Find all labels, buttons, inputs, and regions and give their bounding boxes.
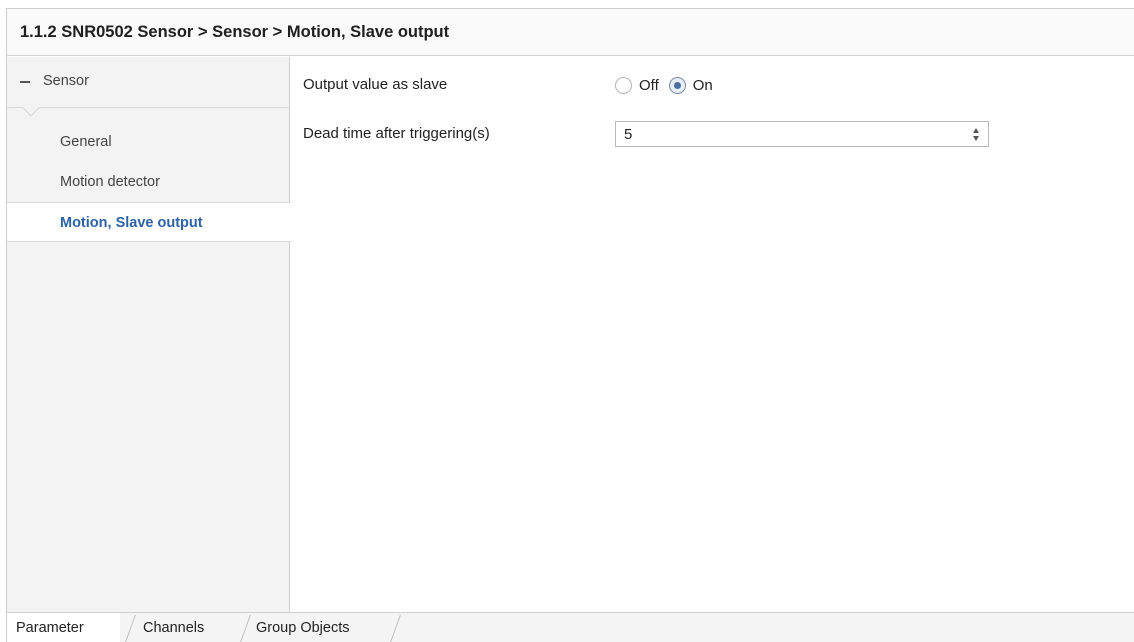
sidebar-group-sensor[interactable]: Sensor [7, 57, 289, 108]
tab-separator [124, 615, 136, 642]
bottom-tab-bar: Parameter Channels Group Objects [7, 612, 1134, 642]
sidebar-item-general[interactable]: General [7, 122, 290, 162]
title-bar: 1.1.2 SNR0502 Sensor > Sensor > Motion, … [7, 9, 1134, 56]
sidebar-item-motion-detector[interactable]: Motion detector [7, 162, 290, 202]
tab-group-objects[interactable]: Group Objects [256, 613, 350, 642]
radio-off-label[interactable]: Off [639, 77, 659, 94]
tab-separator [389, 615, 401, 642]
collapse-minus-icon[interactable] [20, 81, 30, 83]
dead-time-spinbox[interactable]: 5 [615, 121, 989, 147]
radio-off[interactable] [615, 76, 632, 94]
spin-down-arrow-icon[interactable] [973, 136, 979, 141]
sidebar-group-label: Sensor [43, 73, 89, 89]
tab-parameter[interactable]: Parameter [7, 613, 120, 642]
output-value-radio-group: Off On [615, 75, 723, 95]
parameter-window: 1.1.2 SNR0502 Sensor > Sensor > Motion, … [6, 8, 1134, 642]
breadcrumb-title: 1.1.2 SNR0502 Sensor > Sensor > Motion, … [20, 23, 450, 41]
dead-time-value[interactable]: 5 [624, 126, 632, 143]
parameter-panel: Output value as slave Off On Dead time a… [291, 57, 1134, 612]
output-value-label: Output value as slave [303, 76, 448, 93]
dead-time-label: Dead time after triggering(s) [303, 125, 490, 142]
radio-on-label[interactable]: On [693, 77, 713, 94]
sidebar: Sensor General Motion detector Motion, S… [7, 57, 291, 612]
radio-on[interactable] [668, 76, 686, 94]
tab-separator [239, 615, 251, 642]
spin-up-arrow-icon[interactable] [973, 128, 979, 133]
sidebar-item-motion-slave-output[interactable]: Motion, Slave output [7, 202, 291, 242]
tab-channels[interactable]: Channels [143, 613, 204, 642]
